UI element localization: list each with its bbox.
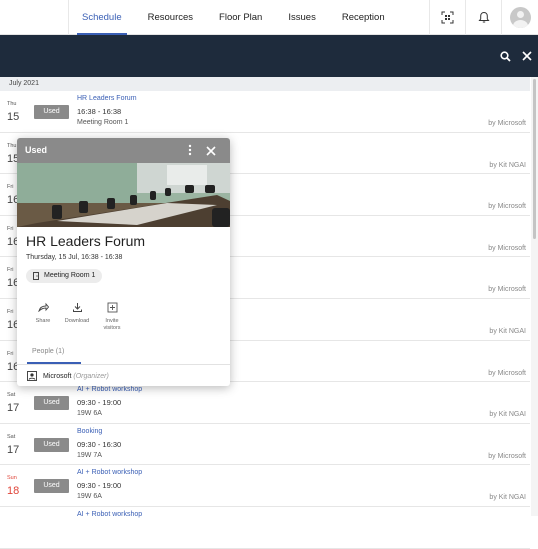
share-button[interactable]: Share (26, 300, 60, 332)
event-detail-popup: Used HR Leaders Forum Thursday, 15 Jul, … (17, 138, 230, 386)
qr-scan-button[interactable] (429, 0, 465, 35)
tab-reception[interactable]: Reception (329, 0, 398, 35)
toolbar (0, 35, 538, 77)
booking-owner: by Kit NGAI (489, 411, 526, 419)
booking-owner: by Kit NGAI (489, 161, 526, 169)
booking-day-of-week: Fri (7, 184, 14, 191)
popup-header: Used (17, 138, 230, 163)
tab-schedule[interactable]: Schedule (69, 0, 135, 35)
notifications-button[interactable] (465, 0, 501, 35)
booking-room: 19W 7A (77, 451, 102, 459)
scrollbar-thumb[interactable] (533, 79, 536, 239)
booking-row[interactable]: Sat 17 Used Booking 09:30 - 16:30 19W 7A by Mi… (0, 423, 530, 466)
booking-room: 19W 6A (77, 410, 102, 418)
booking-day-number: 18 (7, 485, 20, 498)
top-nav: Schedule Resources Floor Plan Issues Rec… (0, 0, 538, 35)
booking-owner: by Microsoft (488, 452, 526, 460)
booking-day-number: 17 (7, 402, 20, 415)
close-icon (522, 51, 532, 61)
organizer-row: Microsoft (Organizer) (27, 371, 109, 381)
popup-datetime: Thursday, 15 Jul, 16:38 - 16:38 (26, 254, 123, 261)
organizer-name: Microsoft (43, 372, 72, 380)
booking-day-of-week: Fri (7, 267, 14, 274)
booking-owner: by Kit NGAI (489, 327, 526, 335)
nav-tabs: Schedule Resources Floor Plan Issues Rec… (68, 0, 398, 35)
search-icon (499, 50, 511, 62)
month-header: July 2021 (0, 77, 530, 91)
booking-day-of-week: Fri (7, 350, 14, 357)
close-icon (206, 146, 216, 156)
room-chip-label: Meeting Room 1 (44, 272, 96, 279)
download-button[interactable]: Download (60, 300, 94, 332)
booking-title[interactable]: Booking (77, 428, 102, 435)
status-badge: Used (34, 479, 69, 494)
organizer-role: (Organizer) (73, 372, 109, 380)
booking-title[interactable]: AI + Robot workshop (77, 469, 142, 476)
booking-day-number: 17 (7, 443, 20, 456)
scrollbar[interactable] (531, 77, 538, 516)
more-vertical-icon (188, 144, 192, 156)
door-icon (32, 272, 40, 286)
search-button[interactable] (497, 48, 513, 64)
booking-row[interactable]: Thu 15 Used HR Leaders Forum 16:38 - 16:38 Me… (0, 91, 530, 133)
status-badge: Used (34, 396, 69, 411)
booking-owner: by Microsoft (488, 369, 526, 377)
status-badge: Used (34, 105, 69, 119)
booking-day-number: 15 (7, 111, 20, 123)
booking-owner: by Microsoft (488, 286, 526, 294)
popup-close-button[interactable] (205, 144, 217, 156)
booking-time: 09:30 - 16:30 (77, 439, 122, 449)
popup-status: Used (25, 145, 48, 155)
booking-day-of-week: Fri (7, 308, 14, 315)
status-badge: Used (34, 437, 69, 452)
booking-day-of-week: Thu (7, 101, 17, 107)
invite-visitors-label: Invite visitors (103, 318, 121, 331)
tab-resources[interactable]: Resources (135, 0, 206, 35)
booking-day-of-week: Fri (7, 225, 14, 232)
contact-card-icon (27, 371, 37, 381)
tab-floor-plan[interactable]: Floor Plan (206, 0, 275, 35)
booking-day-of-week: Thu (7, 142, 17, 149)
bell-icon (477, 11, 490, 23)
booking-owner: by Microsoft (488, 244, 526, 252)
close-toolbar-button[interactable] (519, 48, 535, 64)
more-options-button[interactable] (185, 143, 195, 157)
nav-icons (429, 0, 538, 35)
booking-title[interactable]: AI + Robot workshop (77, 511, 142, 518)
tab-issues[interactable]: Issues (275, 0, 328, 35)
booking-room: 19W 6A (77, 493, 102, 501)
avatar (509, 7, 531, 28)
share-label: Share (35, 318, 51, 324)
divider (17, 364, 230, 365)
invite-visitors-button[interactable]: Invite visitors (94, 300, 130, 332)
booking-owner: by Microsoft (488, 203, 526, 211)
booking-title[interactable]: HR Leaders Forum (77, 95, 137, 102)
share-icon (26, 300, 60, 314)
booking-time: 09:30 - 19:00 (77, 398, 122, 408)
user-menu-button[interactable] (501, 0, 538, 35)
booking-row[interactable]: Sat 17 Used AI + Robot workshop 09:30 - 19:0… (0, 382, 530, 424)
room-photo (17, 163, 230, 227)
booking-title[interactable]: AI + Robot workshop (77, 386, 142, 393)
download-label: Download (64, 318, 90, 324)
booking-day-of-week: Sun (7, 475, 17, 482)
booking-day-of-week: Sat (7, 392, 16, 399)
booking-day-of-week: Sat (7, 433, 16, 440)
booking-room: Meeting Room 1 (77, 119, 129, 126)
booking-time: 16:38 - 16:38 (77, 107, 122, 116)
popup-actions: Share Download Invite visitors (26, 300, 130, 332)
add-box-icon (94, 300, 130, 314)
booking-row[interactable]: AI + Robot workshop (0, 506, 530, 549)
qr-scan-icon (441, 11, 454, 24)
popup-title: HR Leaders Forum (26, 233, 146, 249)
booking-row[interactable]: Sun 18 Used AI + Robot workshop 09:30 - 19:0… (0, 465, 530, 507)
room-chip[interactable]: Meeting Room 1 (26, 269, 103, 286)
booking-owner: by Kit NGAI (489, 494, 526, 502)
tab-people[interactable]: People (1) (32, 348, 64, 355)
booking-time: 09:30 - 19:00 (77, 481, 122, 491)
download-icon (60, 300, 94, 314)
booking-owner: by Microsoft (488, 120, 526, 127)
